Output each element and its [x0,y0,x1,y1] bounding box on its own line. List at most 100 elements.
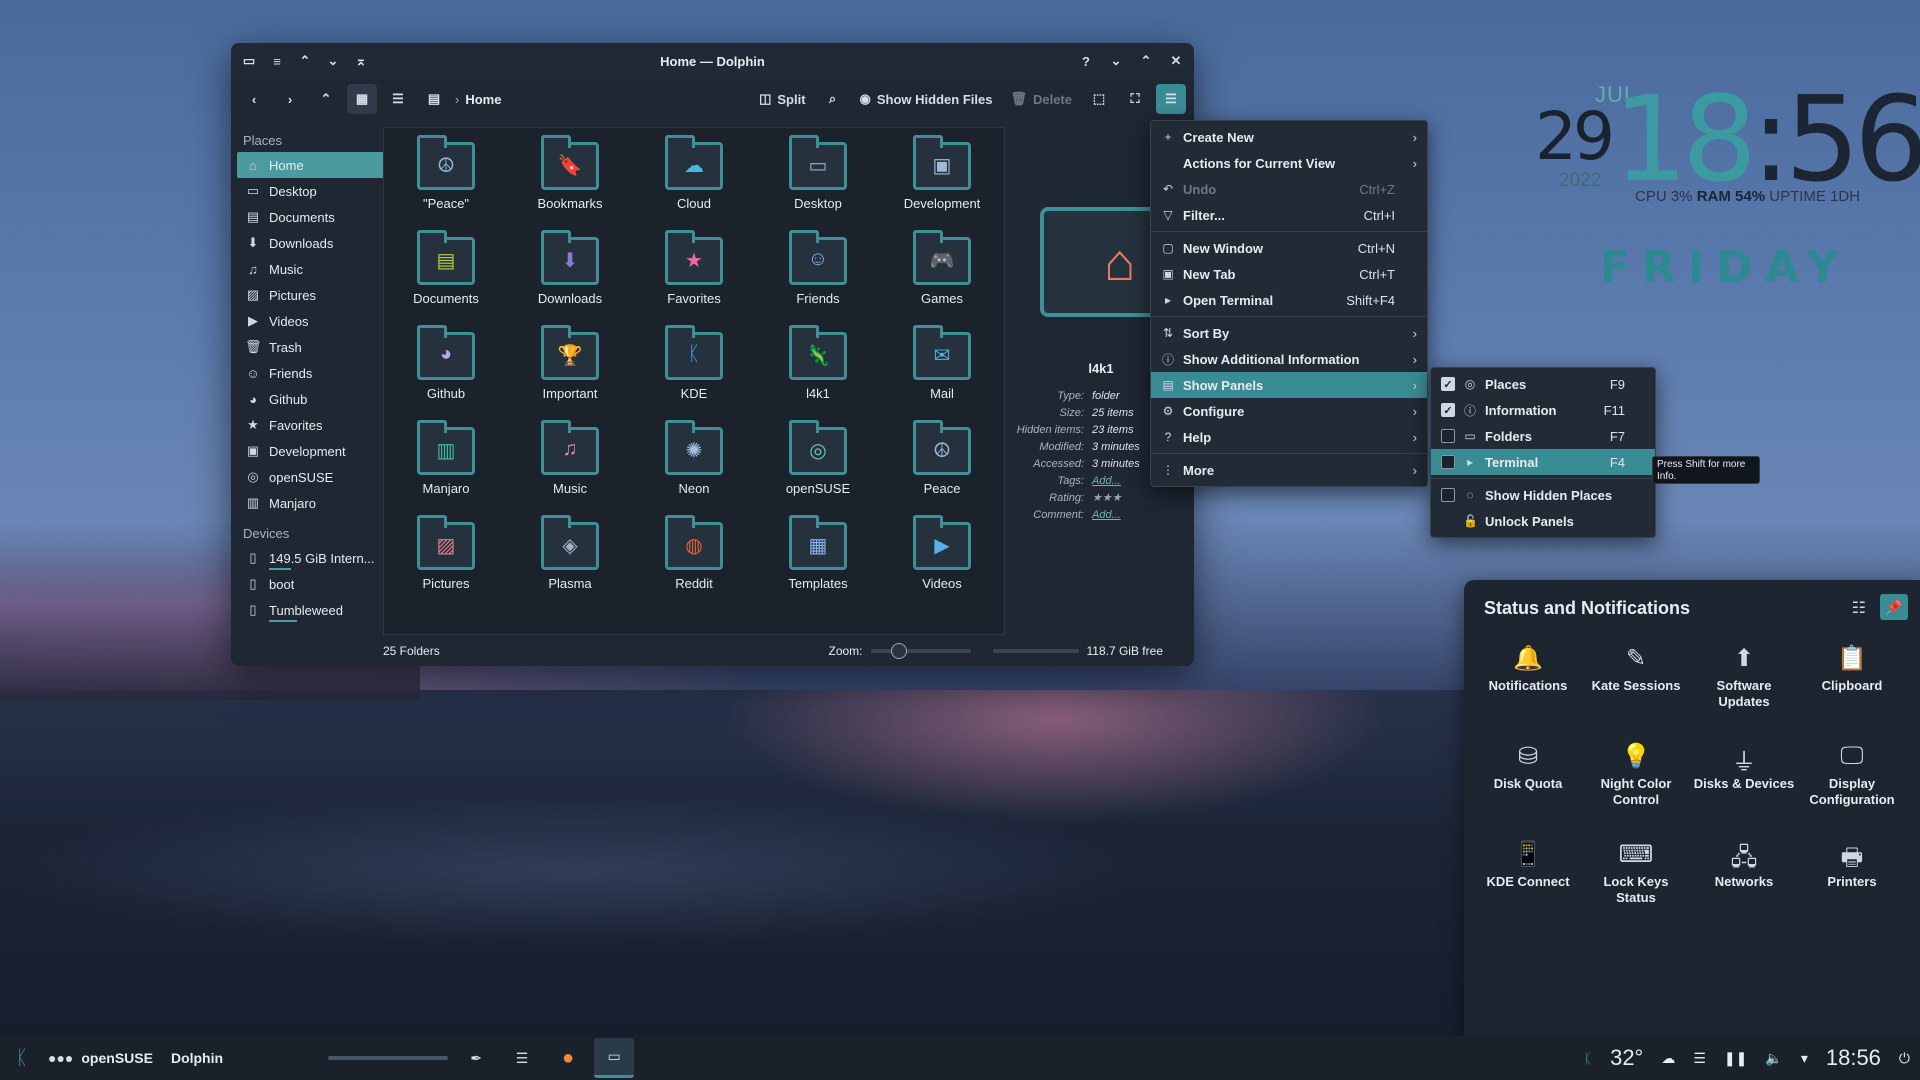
active-window-title[interactable]: Dolphin [171,1036,223,1080]
unchecked-checkbox-icon[interactable] [1441,429,1455,443]
panel-item-terminal[interactable]: ▸ Terminal F4 [1431,449,1655,475]
folder-item[interactable]: ▦ Templates [756,512,880,607]
shade-icon[interactable]: ⌅ [353,53,369,69]
task-dolphin[interactable]: ▭ [594,1038,635,1078]
sn-item-night-color-control[interactable]: 💡 Night Color Control [1582,734,1690,832]
pin-button[interactable]: 📌 [1880,594,1908,620]
kdeconnect-tray-icon[interactable]: ᛕ [1584,1050,1592,1066]
unchecked-checkbox-icon[interactable] [1441,488,1455,502]
breadcrumb[interactable]: Home [465,92,501,107]
sn-item-notifications[interactable]: 🔔 Notifications [1474,636,1582,734]
keep-above-icon[interactable]: ⌃ [297,53,313,69]
unchecked-checkbox-icon[interactable] [1441,455,1455,469]
menu-item-undo[interactable]: ↶ Undo Ctrl+Z [1151,176,1427,202]
sn-item-lock-keys-status[interactable]: ⌨ Lock Keys Status [1582,832,1690,930]
weather-cloud-icon[interactable]: ☁ [1661,1050,1675,1067]
sn-item-clipboard[interactable]: 📋 Clipboard [1798,636,1906,734]
minimize-icon[interactable]: ⌄ [1108,53,1124,69]
folder-item[interactable]: ☺ Friends [756,227,880,322]
split-button[interactable]: ◫ Split [753,84,811,114]
sidebar-item-opensuse[interactable]: ◎ openSUSE [237,464,385,490]
folder-item[interactable]: 🏆 Important [508,322,632,417]
sidebar-item-desktop[interactable]: ▭ Desktop [237,178,385,204]
sn-item-disks-devices[interactable]: ⏚ Disks & Devices [1690,734,1798,832]
device-item-149-5-gib-intern[interactable]: ▯ 149.5 GiB Intern... [237,545,385,571]
keep-below-icon[interactable]: ⌄ [325,53,341,69]
folder-item[interactable]: ⬇ Downloads [508,227,632,322]
panel-item-places[interactable]: ✓ ◎ Places F9 [1431,371,1655,397]
menu-item-help[interactable]: ? Help › [1151,424,1427,450]
up-button[interactable]: ⌃ [311,84,341,114]
folder-item[interactable]: ◕ Github [384,322,508,417]
folder-item[interactable]: ✉ Mail [880,322,1004,417]
select-all-button[interactable]: ⛶ [1120,84,1150,114]
sidebar-item-videos[interactable]: ▶ Videos [237,308,385,334]
panel-item-information[interactable]: ✓ ⓘ Information F11 [1431,397,1655,423]
sidebar-item-documents[interactable]: ▤ Documents [237,204,385,230]
sidebar-item-development[interactable]: ▣ Development [237,438,385,464]
details-view-button[interactable]: ☰ [383,84,413,114]
folder-item[interactable]: ☁ Cloud [632,132,756,227]
zoom-slider[interactable] [870,643,971,659]
add-link[interactable]: Add... [1088,472,1144,489]
zoom-slider-handle[interactable] [890,643,907,659]
icons-view-button[interactable]: ▦ [347,84,377,114]
delete-button[interactable]: 🗑 Delete [1004,84,1078,114]
search-button[interactable]: ⌕ [818,84,848,114]
menu-item-new-tab[interactable]: ▣ New Tab Ctrl+T [1151,261,1427,287]
folder-item[interactable]: ☮ Peace [880,417,1004,512]
compact-view-button[interactable]: ▤ [419,84,449,114]
folder-item[interactable]: ▤ Documents [384,227,508,322]
menu-item-more[interactable]: ⋮ More › [1151,457,1427,483]
sidebar-item-downloads[interactable]: ⬇ Downloads [237,230,385,256]
taskbar-clock[interactable]: 18:56 [1826,1045,1881,1071]
sidebar-item-trash[interactable]: 🗑 Trash [237,334,385,360]
menu-item-configure[interactable]: ⚙ Configure › [1151,398,1427,424]
window-menu-icon[interactable]: ≡ [269,53,285,69]
folder-item[interactable]: ◎ openSUSE [756,417,880,512]
folder-item[interactable]: ▨ Pictures [384,512,508,607]
app-launcher-button[interactable]: ᛕ [0,1036,44,1080]
sn-item-kate-sessions[interactable]: ✎ Kate Sessions [1582,636,1690,734]
device-item-tumbleweed[interactable]: ▯ Tumbleweed [237,597,385,623]
forward-button[interactable]: › [275,84,305,114]
activity-switcher[interactable]: ●●● openSUSE [48,1036,153,1080]
panel-item-show-hidden-places[interactable]: ◌ Show Hidden Places [1431,482,1655,508]
folder-item[interactable]: ✺ Neon [632,417,756,512]
folder-item[interactable]: ◈ Plasma [508,512,632,607]
folder-item[interactable]: ♫ Music [508,417,632,512]
back-button[interactable]: ‹ [239,84,269,114]
sn-item-kde-connect[interactable]: 📱 KDE Connect [1474,832,1582,930]
sidebar-item-music[interactable]: ♫ Music [237,256,385,282]
folder-item[interactable]: ▶ Videos [880,512,1004,607]
sn-item-networks[interactable]: 🖧 Networks [1690,832,1798,930]
select-button[interactable]: ⬚ [1084,84,1114,114]
menu-item-create-new[interactable]: + Create New › [1151,124,1427,150]
panel-item-folders[interactable]: ▭ Folders F7 [1431,423,1655,449]
titlebar[interactable]: ▭ ≡ ⌃ ⌄ ⌅ Home — Dolphin ? ⌄ ⌃ ✕ [231,43,1194,79]
menu-item-show-panels[interactable]: ▤ Show Panels › [1151,372,1427,398]
menu-item-show-additional-information[interactable]: ⓘ Show Additional Information › [1151,346,1427,372]
sn-item-software-updates[interactable]: ⬆ Software Updates [1690,636,1798,734]
sidebar-item-manjaro[interactable]: ▥ Manjaro [237,490,385,516]
folder-item[interactable]: ᛕ KDE [632,322,756,417]
folder-item[interactable]: 🎮 Games [880,227,1004,322]
sidebar-item-home[interactable]: ⌂ Home [237,152,385,178]
sn-item-disk-quota[interactable]: ⛁ Disk Quota [1474,734,1582,832]
expand-tray-icon[interactable]: ▾ [1801,1050,1808,1067]
folder-item[interactable]: ▣ Development [880,132,1004,227]
virtual-desktop-pager[interactable] [323,1036,453,1080]
folder-item[interactable]: 🔖 Bookmarks [508,132,632,227]
power-icon[interactable]: ⏻ [1899,1050,1910,1067]
folder-item[interactable]: ◍ Reddit [632,512,756,607]
sn-item-printers[interactable]: 🖶 Printers [1798,832,1906,930]
task-settings[interactable]: ☰ [502,1038,542,1078]
add-link[interactable]: Add... [1088,506,1144,523]
sidebar-item-favorites[interactable]: ★ Favorites [237,412,385,438]
help-icon[interactable]: ? [1078,53,1094,69]
folder-item[interactable]: 🦎 l4k1 [756,322,880,417]
sn-item-display-configuration[interactable]: 🖵 Display Configuration [1798,734,1906,832]
menu-item-actions-for-current-view[interactable]: Actions for Current View › [1151,150,1427,176]
task-firefox[interactable]: ● [548,1038,588,1078]
checked-checkbox-icon[interactable]: ✓ [1441,403,1455,417]
